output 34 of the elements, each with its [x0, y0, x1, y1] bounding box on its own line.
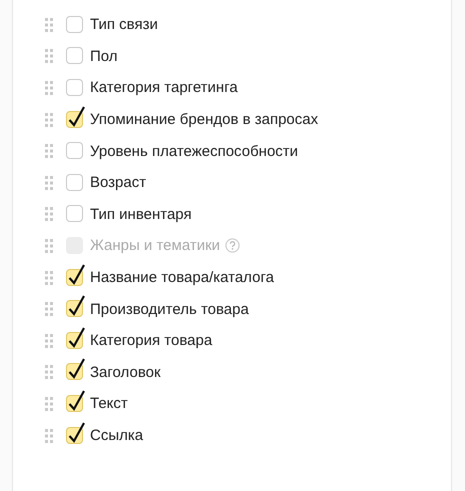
- option-label[interactable]: Пол: [90, 48, 118, 65]
- checkbox[interactable]: [66, 357, 86, 382]
- checkbox[interactable]: [66, 294, 86, 318]
- drag-handle-icon[interactable]: [45, 428, 53, 443]
- checkbox[interactable]: [66, 326, 86, 350]
- option-label[interactable]: Категория таргетинга: [90, 79, 238, 96]
- option-label[interactable]: Заголовок: [90, 364, 161, 381]
- option-label[interactable]: Ссылка: [90, 427, 144, 444]
- option-label[interactable]: Текст: [90, 395, 128, 412]
- drag-handle-icon[interactable]: [45, 365, 53, 380]
- drag-handle-icon[interactable]: [45, 80, 53, 95]
- option-label[interactable]: Название товара/каталога: [90, 269, 274, 286]
- option-label[interactable]: Уровень платежеспособности: [90, 142, 298, 160]
- drag-handle-icon[interactable]: [45, 396, 53, 411]
- drag-handle-icon[interactable]: [45, 207, 53, 222]
- drag-handle-icon[interactable]: [45, 334, 53, 348]
- option-label[interactable]: Упоминание брендов в запросах: [90, 111, 318, 128]
- option-label[interactable]: Тип связи: [90, 16, 158, 34]
- option-label[interactable]: Производитель товара: [90, 300, 249, 318]
- option-label[interactable]: Возраст: [90, 174, 146, 192]
- checkbox[interactable]: [66, 388, 86, 413]
- drag-handle-icon[interactable]: [45, 112, 53, 127]
- drag-handle-icon[interactable]: [45, 238, 53, 253]
- checkbox[interactable]: [66, 420, 86, 445]
- drag-handle-icon[interactable]: [45, 302, 53, 316]
- drag-handle-icon[interactable]: [45, 176, 53, 190]
- checkbox[interactable]: [66, 262, 86, 287]
- checkbox[interactable]: [66, 104, 86, 129]
- drag-handle-icon[interactable]: [45, 144, 53, 158]
- drag-handle-icon[interactable]: [45, 49, 53, 64]
- option-label[interactable]: Категория товара: [90, 332, 212, 350]
- drag-handle-icon[interactable]: [45, 270, 53, 285]
- option-label[interactable]: Тип инвентаря: [90, 206, 192, 223]
- drag-handle-icon[interactable]: [45, 18, 53, 32]
